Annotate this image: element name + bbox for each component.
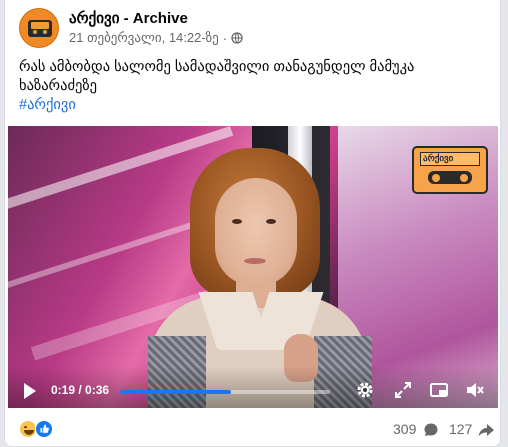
- comment-bubble-icon[interactable]: [423, 422, 439, 438]
- post-card: არქივი - Archive 21 თებერვალი, 14:22-ზე …: [4, 0, 501, 447]
- shares-count[interactable]: 127: [449, 421, 472, 437]
- video-time: 0:19 / 0:36: [51, 383, 110, 397]
- post-footer: 309 127: [19, 418, 494, 442]
- cassette-logo-icon: [28, 20, 52, 37]
- progress-bar[interactable]: [120, 390, 330, 394]
- page-name[interactable]: არქივი - Archive: [69, 9, 188, 27]
- gear-icon[interactable]: [354, 379, 376, 401]
- video-controls: 0:19 / 0:36: [8, 366, 498, 408]
- progress-fill: [120, 390, 232, 394]
- hashtag-link[interactable]: #არქივი: [19, 96, 489, 115]
- video-player[interactable]: არქივი 0:19 / 0:36: [8, 126, 498, 408]
- meta-separator: ·: [222, 30, 228, 46]
- person-face: [215, 178, 297, 286]
- post-header: არქივი - Archive 21 თებერვალი, 14:22-ზე …: [19, 8, 489, 48]
- channel-logo-text: არქივი: [423, 153, 454, 163]
- post-timestamp[interactable]: 21 თებერვალი, 14:22-ზე: [69, 30, 219, 46]
- page-avatar[interactable]: [19, 8, 59, 48]
- post-meta: 21 თებერვალი, 14:22-ზე ·: [69, 30, 243, 46]
- caption-text: რას ამბობდა სალომე სამადაშვილი თანაგუნდე…: [19, 59, 415, 94]
- expand-icon[interactable]: [392, 379, 414, 401]
- play-icon[interactable]: [24, 383, 36, 399]
- globe-icon: [231, 32, 243, 44]
- share-arrow-icon[interactable]: [477, 421, 495, 439]
- mouth: [244, 258, 266, 264]
- like-reaction-icon[interactable]: [35, 420, 53, 438]
- eye-right: [266, 219, 276, 224]
- eye-left: [232, 219, 242, 224]
- picture-in-picture-icon[interactable]: [428, 379, 450, 401]
- comments-count[interactable]: 309: [393, 421, 416, 437]
- post-caption: რას ამბობდა სალომე სამადაშვილი თანაგუნდე…: [19, 58, 489, 115]
- channel-logo: არქივი: [412, 146, 488, 194]
- speaker-muted-icon[interactable]: [464, 379, 486, 401]
